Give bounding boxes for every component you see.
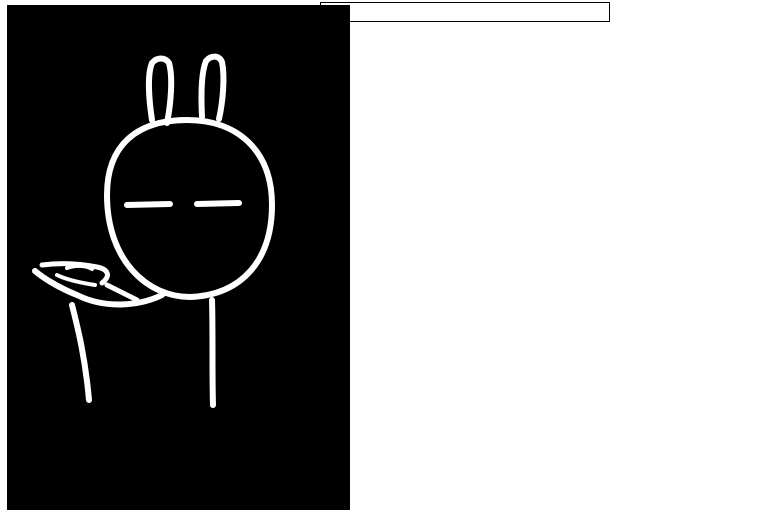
- bunny-drawing: [7, 5, 350, 510]
- drawing-canvas: [7, 5, 350, 510]
- text-input[interactable]: [320, 2, 610, 22]
